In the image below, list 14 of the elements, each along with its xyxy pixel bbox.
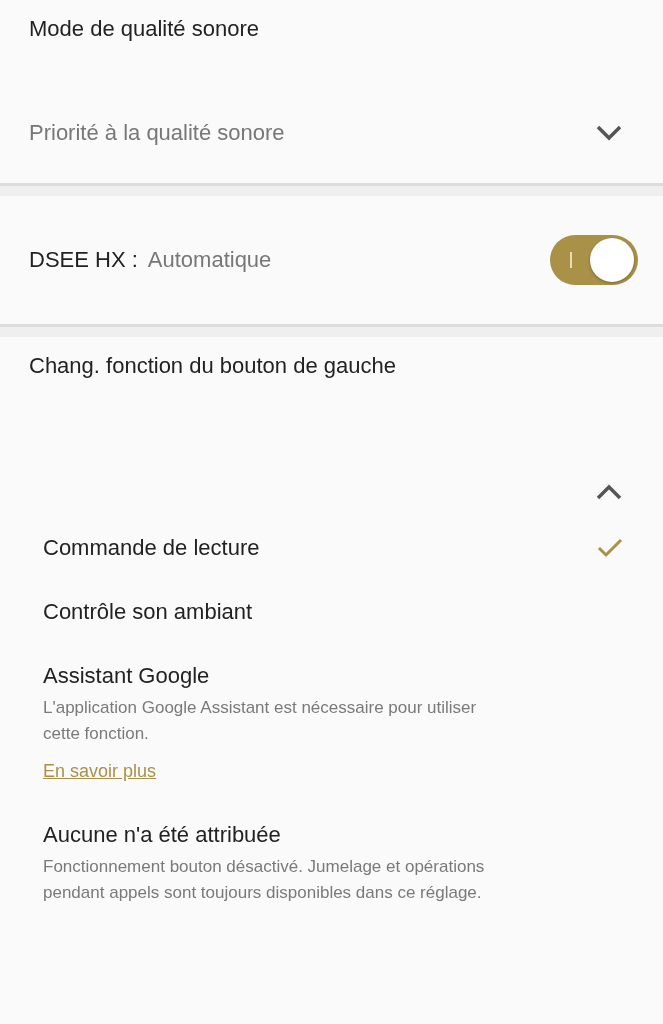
setting-value: Automatique	[147, 247, 272, 272]
toggle-switch[interactable]	[550, 235, 638, 285]
option-item[interactable]: Aucune n'a été attribuée	[43, 822, 281, 848]
chevron-down-icon[interactable]	[595, 125, 623, 141]
section-title: Chang. fonction du bouton de gauche	[29, 353, 396, 378]
option-item[interactable]: Assistant Google	[43, 663, 210, 689]
chevron-up-icon[interactable]	[595, 484, 623, 500]
section-title: Mode de qualité sonore	[29, 16, 259, 41]
option-description: L'application Google Assistant est nécessaire pour utiliser cette fonction.	[43, 697, 478, 745]
option-item[interactable]: Contrôle son ambiant	[43, 599, 253, 625]
option-description: Fonctionnement bouton désactivé. Jumelage et opérations pendant appels sont toujours disponibles dans ce réglage.	[43, 856, 486, 904]
setting-label: DSEE HX :	[29, 247, 138, 272]
dropdown-field[interactable]: Priorité à la qualité sonore	[0, 100, 663, 183]
option-item[interactable]: Commande de lecture	[43, 535, 260, 561]
